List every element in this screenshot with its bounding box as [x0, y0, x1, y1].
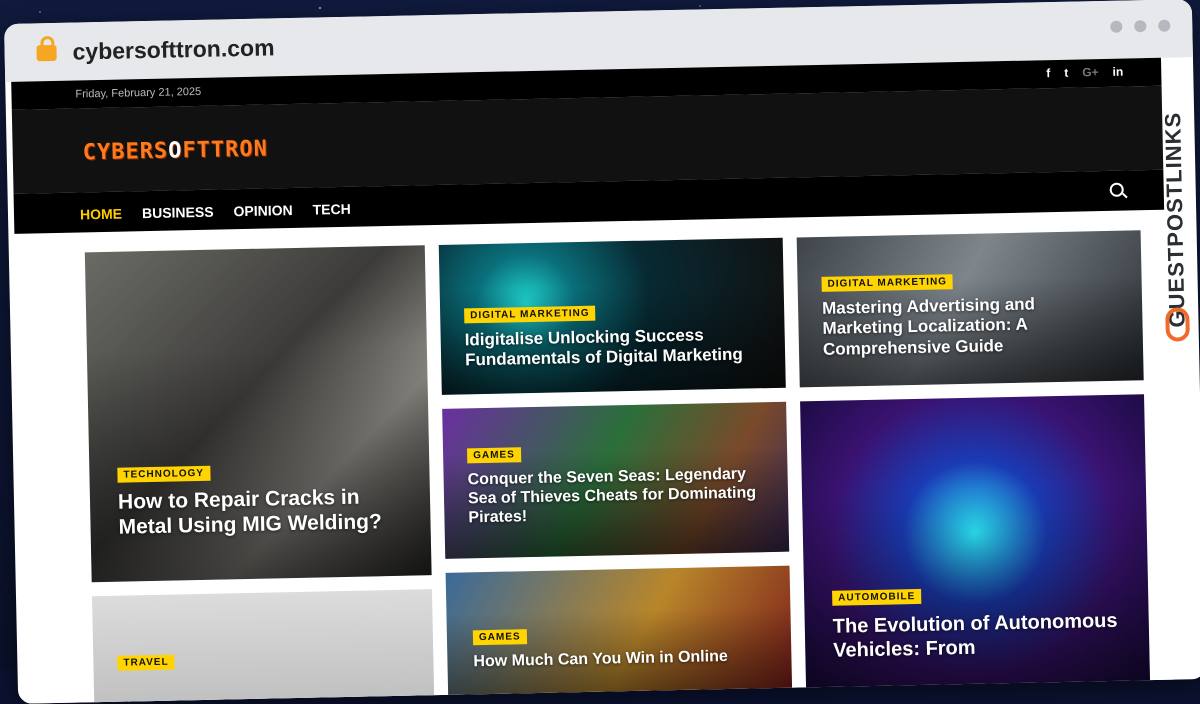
post-card[interactable]: TRAVEL [92, 589, 435, 704]
category-badge[interactable]: GAMES [466, 447, 521, 464]
twitter-icon[interactable]: t [1064, 66, 1068, 80]
linkedin-icon[interactable]: in [1112, 65, 1123, 79]
category-badge[interactable]: TRAVEL [117, 654, 175, 671]
watermark-text: GUESTPOSTLINKS [1160, 111, 1190, 328]
post-title[interactable]: The Evolution of Autonomous Vehicles: Fr… [833, 608, 1134, 662]
post-card[interactable]: TECHNOLOGY How to Repair Cracks in Metal… [84, 245, 432, 583]
window-dot-icon[interactable] [1110, 20, 1123, 33]
window-dot-icon[interactable] [1134, 20, 1147, 33]
category-badge[interactable]: AUTOMOBILE [832, 588, 922, 606]
nav-home[interactable]: HOME [80, 206, 122, 223]
window-dot-icon[interactable] [1158, 19, 1171, 32]
logo-text: FTTRON [182, 136, 269, 164]
post-card[interactable]: DIGITAL MARKETING Mastering Advertising … [796, 230, 1144, 388]
social-links: f t G+ in [1046, 65, 1123, 81]
link-icon [1165, 307, 1190, 342]
logo-text: O [167, 138, 183, 164]
post-card[interactable]: AUTOMOBILE The Evolution of Autonomous V… [800, 394, 1151, 702]
website: Friday, February 21, 2025 f t G+ in CYBE… [11, 57, 1175, 704]
post-card[interactable]: DIGITAL MARKETING Idigitalise Unlocking … [438, 237, 786, 395]
google-plus-icon[interactable]: G+ [1082, 65, 1099, 79]
post-title[interactable]: How to Repair Cracks in Metal Using MIG … [118, 484, 409, 540]
window-controls [1110, 19, 1171, 33]
site-logo[interactable]: CYBERSOFTTRON [82, 137, 268, 166]
post-title[interactable]: Mastering Advertising and Marketing Loca… [822, 294, 1073, 360]
post-title[interactable]: Idigitalise Unlocking Success Fundamenta… [465, 324, 776, 371]
category-badge[interactable]: TECHNOLOGY [117, 465, 211, 483]
facebook-icon[interactable]: f [1046, 66, 1050, 80]
browser-window: cybersofttron.com Friday, February 21, 2… [4, 0, 1200, 704]
category-badge[interactable]: GAMES [472, 629, 527, 646]
current-date: Friday, February 21, 2025 [75, 85, 202, 101]
lock-icon [36, 44, 57, 62]
search-icon[interactable] [1109, 182, 1124, 197]
guestpostlinks-watermark: GUESTPOSTLINKS [1155, 59, 1195, 360]
post-card[interactable]: GAMES How Much Can You Win in Online [445, 565, 793, 704]
category-badge[interactable]: DIGITAL MARKETING [821, 274, 954, 292]
logo-text: CYBERS [82, 138, 169, 166]
address-bar[interactable]: cybersofttron.com [72, 34, 274, 65]
category-badge[interactable]: DIGITAL MARKETING [464, 305, 596, 324]
post-card[interactable]: GAMES Conquer the Seven Seas: Legendary … [442, 401, 790, 559]
post-title[interactable] [118, 671, 418, 677]
post-title[interactable]: Conquer the Seven Seas: Legendary Sea of… [467, 464, 768, 528]
nav-business[interactable]: BUSINESS [142, 204, 214, 221]
nav-opinion[interactable]: OPINION [233, 202, 292, 219]
nav-tech[interactable]: TECH [312, 201, 350, 218]
